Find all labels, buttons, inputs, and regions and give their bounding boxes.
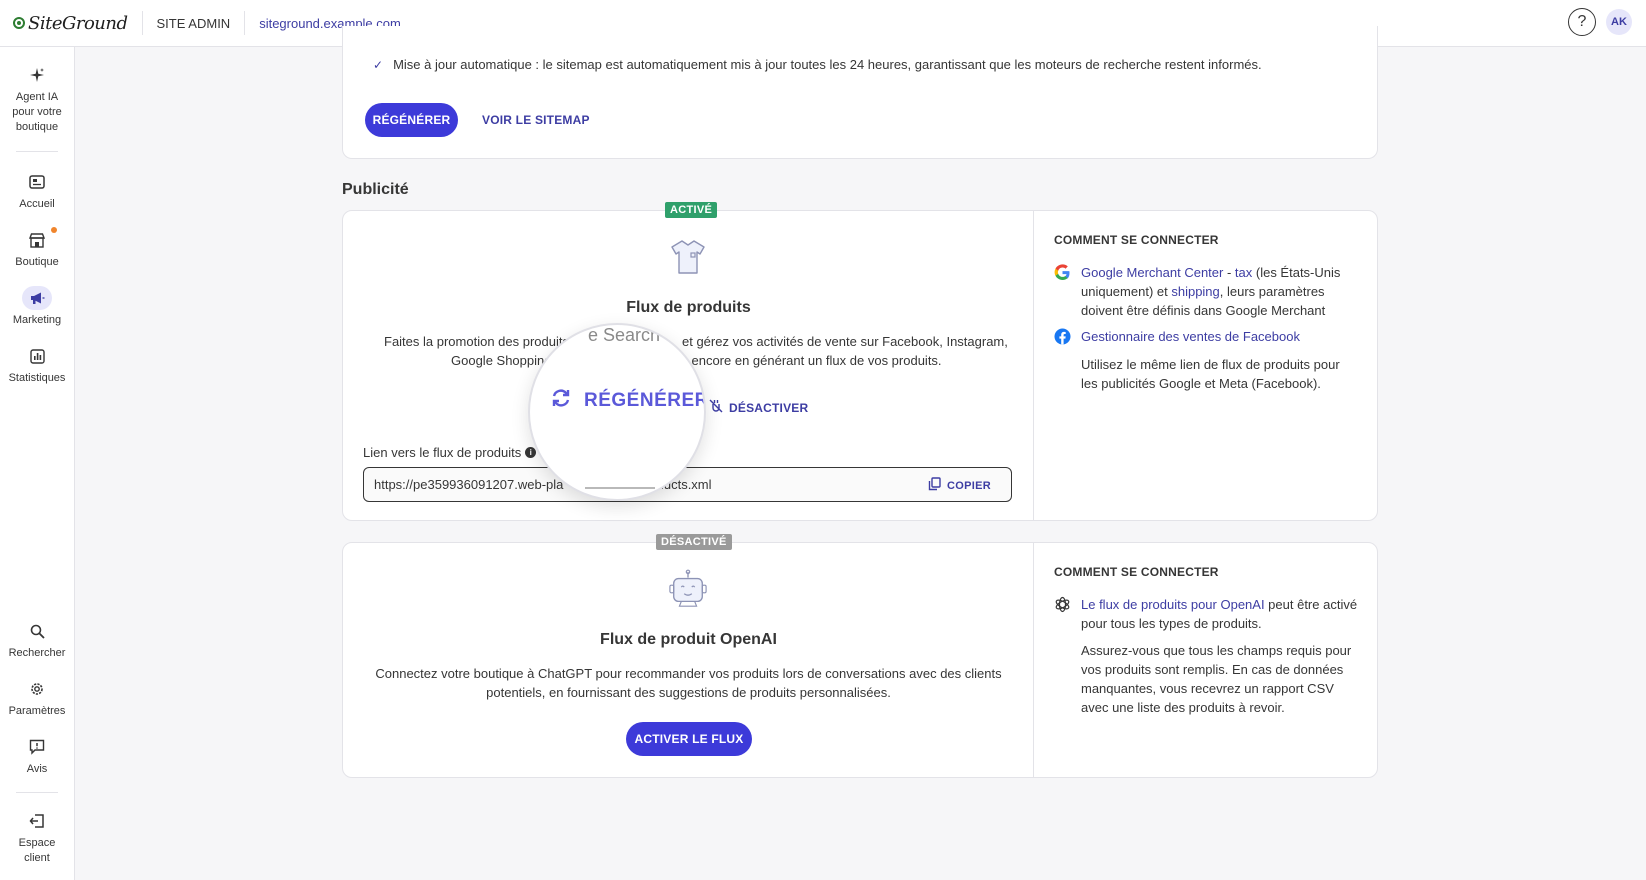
refresh-icon [550, 387, 572, 415]
siteground-logo[interactable]: SiteGround [13, 13, 128, 34]
openai-feed-connect-panel: COMMENT SE CONNECTER Le flux de produits… [1034, 543, 1378, 777]
facebook-connect-row: Gestionnaire des ventes de Facebook [1054, 327, 1358, 346]
sidebar-divider [16, 792, 58, 793]
sidebar-item-label: Marketing [12, 314, 62, 326]
connect-note: Utilisez le même lien de flux de produit… [1081, 357, 1340, 391]
feed-link-label: Lien vers le flux de produits i [363, 445, 537, 460]
sidebar-item-label: Agent IA pour votre boutique [12, 91, 62, 133]
auto-update-line: ✓ Mise à jour automatique : le sitemap e… [373, 57, 1262, 72]
sidebar-item-label: Paramètres [8, 705, 66, 717]
facebook-icon [1054, 328, 1071, 345]
sidebar-item-parametres[interactable]: Paramètres [0, 677, 74, 719]
sitemap-card: ✓ Mise à jour automatique : le sitemap e… [342, 26, 1378, 159]
logo-text: SiteGround [28, 12, 128, 34]
chart-icon [22, 344, 52, 368]
status-badge: ACTIVÉ [665, 202, 718, 218]
sidebar-item-espace-client[interactable]: Espace client [0, 809, 74, 866]
sidebar-item-label: Accueil [19, 198, 55, 210]
store-icon [22, 228, 52, 252]
sidebar: Agent IA pour votre boutique Accueil Bou… [0, 47, 75, 880]
sidebar-item-ai-agent[interactable]: Agent IA pour votre boutique [0, 63, 74, 135]
home-icon [22, 170, 52, 194]
zoom-magnifier-overlay: e Search e RÉGÉNÉRER [528, 323, 706, 501]
section-title-publicite: Publicité [342, 181, 409, 198]
tax-link[interactable]: tax [1235, 265, 1252, 280]
logo-mark-icon [13, 17, 25, 29]
google-icon [1054, 264, 1071, 281]
search-icon [22, 619, 52, 643]
sidebar-item-rechercher[interactable]: Rechercher [0, 619, 74, 661]
feed-url-field[interactable]: https://pe359936091207.web-pla oducts.xml… [363, 467, 1012, 502]
sidebar-item-avis[interactable]: Avis [0, 735, 74, 777]
gear-icon [22, 677, 52, 701]
magnified-divider [585, 487, 655, 489]
feedback-icon [22, 735, 52, 759]
regenerate-feed-button[interactable]: RÉGÉNÉRER [550, 387, 704, 415]
sidebar-item-accueil[interactable]: Accueil [0, 170, 74, 212]
plug-off-icon [709, 399, 723, 416]
product-feed-title: Flux de produits [626, 299, 751, 316]
openai-feed-title: Flux de produit OpenAI [600, 631, 777, 648]
sidebar-item-statistiques[interactable]: Statistiques [0, 344, 74, 386]
robot-icon [668, 569, 708, 609]
sidebar-item-boutique[interactable]: Boutique [0, 228, 74, 270]
facebook-sales-manager-link[interactable]: Gestionnaire des ventes de Facebook [1081, 329, 1300, 344]
how-to-connect-title: COMMENT SE CONNECTER [1054, 233, 1219, 247]
header-divider [141, 11, 143, 35]
help-icon[interactable]: ? [1568, 8, 1596, 36]
check-icon: ✓ [373, 57, 384, 72]
sidebar-item-label: Espace client [18, 837, 56, 864]
copy-url-button[interactable]: COPIER [928, 477, 991, 494]
copy-icon [928, 477, 941, 494]
product-feed-connect-panel: COMMENT SE CONNECTER Google Merchant Cen… [1034, 211, 1378, 520]
sidebar-item-marketing[interactable]: Marketing [0, 286, 74, 328]
openai-feed-main: DÉSACTIVÉ Flux de produit OpenAI Connect… [343, 534, 1034, 777]
site-admin-label: SITE ADMIN [156, 15, 231, 31]
logout-icon [22, 809, 52, 833]
sidebar-divider [16, 151, 58, 152]
product-feed-description: Faites la promotion des produits et gérez… [384, 334, 1008, 349]
auto-update-text: Mise à jour automatique : le sitemap est… [393, 57, 1262, 72]
regenerate-sitemap-button[interactable]: RÉGÉNÉRER [365, 103, 458, 137]
tshirt-icon [668, 237, 708, 277]
sparkle-icon [22, 63, 52, 87]
avatar[interactable]: AK [1606, 9, 1632, 35]
info-icon[interactable]: i [525, 447, 537, 458]
sidebar-item-label: Rechercher [8, 647, 66, 659]
sidebar-item-label: Avis [26, 763, 48, 775]
product-feed-description-line2: Google Shopping encore en générant un flu… [451, 353, 942, 368]
sidebar-item-label: Boutique [15, 256, 59, 268]
connect-note: Assurez-vous que tous les champs requis … [1081, 643, 1352, 715]
openai-feed-description: Connectez votre boutique à ChatGPT pour … [375, 666, 1002, 700]
openai-connect-row: Le flux de produits pour OpenAI peut êtr… [1054, 595, 1358, 633]
how-to-connect-title: COMMENT SE CONNECTER [1054, 565, 1219, 579]
google-connect-row: Google Merchant Center - tax (les États-… [1054, 263, 1358, 320]
deactivate-feed-button[interactable]: DÉSACTIVER [709, 399, 808, 416]
view-sitemap-link[interactable]: VOIR LE SITEMAP [482, 113, 590, 127]
header-divider [244, 11, 246, 35]
megaphone-icon [22, 286, 52, 310]
shipping-link[interactable]: shipping [1171, 284, 1219, 299]
product-feed-card: ACTIVÉ Flux de produits Faites la promot… [342, 202, 1378, 521]
openai-feed-link[interactable]: Le flux de produits pour OpenAI [1081, 597, 1265, 612]
openai-icon [1054, 596, 1071, 613]
sidebar-item-label: Statistiques [8, 372, 66, 384]
google-merchant-link[interactable]: Google Merchant Center [1081, 265, 1223, 280]
activate-feed-button[interactable]: ACTIVER LE FLUX [626, 722, 752, 756]
magnified-text: e Search e [588, 325, 676, 345]
openai-feed-card: DÉSACTIVÉ Flux de produit OpenAI Connect… [342, 534, 1378, 778]
status-badge: DÉSACTIVÉ [656, 534, 732, 550]
notification-dot [51, 227, 57, 233]
